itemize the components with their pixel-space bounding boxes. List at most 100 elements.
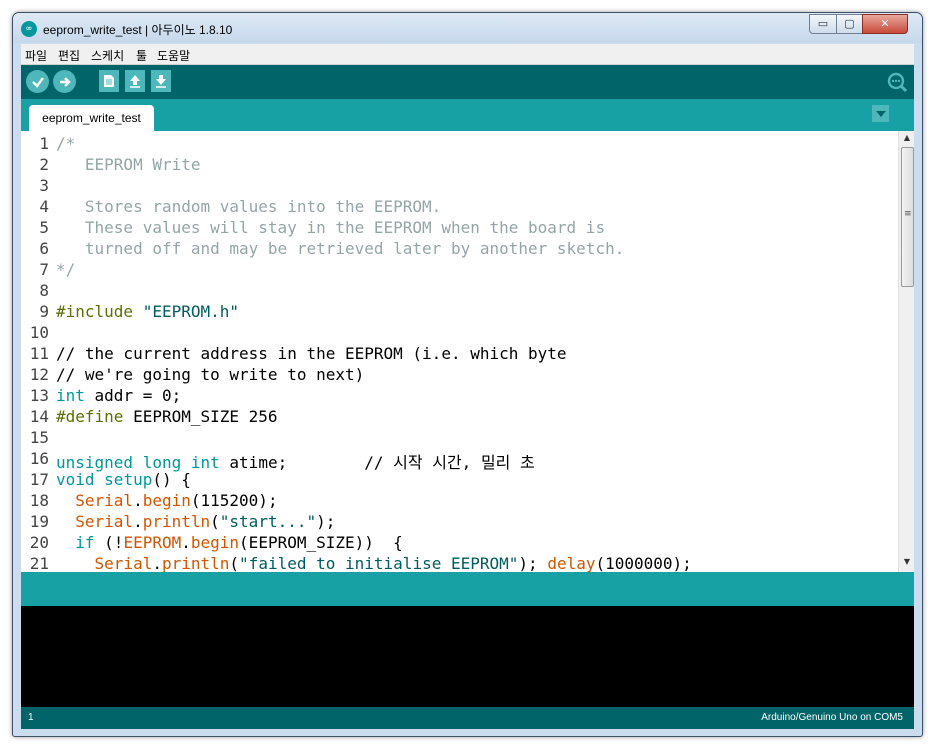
line-number: 10	[29, 323, 49, 342]
menu-sketch[interactable]: 스케치	[91, 47, 124, 64]
code-token: int	[56, 386, 85, 405]
code-token: begin	[190, 533, 240, 552]
code-token: atime; // 시작 시간, 밀리 초	[219, 453, 535, 472]
menu-help[interactable]: 도움말	[157, 47, 190, 64]
line-number: 14	[29, 407, 49, 426]
code-line[interactable]: Serial.begin(115200);	[56, 491, 278, 510]
code-token: */	[56, 260, 76, 279]
save-sketch-button[interactable]	[151, 70, 171, 92]
code-token: void	[56, 470, 95, 489]
close-button[interactable]: ✕	[862, 14, 908, 34]
code-token: Serial	[94, 554, 153, 572]
tab-eeprom-write-test[interactable]: eeprom_write_test	[29, 105, 154, 131]
scroll-thumb[interactable]: ≡	[901, 147, 914, 287]
verify-icon	[31, 76, 44, 88]
line-number: 16	[29, 449, 49, 468]
line-number: 19	[29, 512, 49, 531]
upload-button[interactable]	[53, 70, 76, 93]
code-token: (	[229, 554, 240, 572]
vertical-scrollbar[interactable]: ▲ ≡ ▼	[898, 131, 914, 572]
code-line[interactable]: if (!EEPROM.begin(EEPROM_SIZE)) {	[56, 533, 403, 552]
code-line[interactable]: Serial.println("failed to initialise EEP…	[56, 554, 692, 572]
line-number: 11	[29, 344, 49, 363]
code-token: /*	[56, 134, 76, 153]
title-bar[interactable]: ∞ eeprom_write_test | 아두이노 1.8.10 ▭ ▢ ✕	[13, 13, 922, 43]
code-token: These values will stay in the EEPROM whe…	[56, 218, 606, 237]
menu-tools[interactable]: 툴	[136, 47, 147, 64]
tab-menu-button[interactable]	[872, 105, 889, 122]
minimize-button[interactable]: ▭	[809, 14, 837, 34]
window-title: eeprom_write_test | 아두이노 1.8.10	[43, 23, 233, 37]
code-token: setup	[104, 470, 153, 489]
code-line[interactable]: int addr = 0;	[56, 386, 181, 405]
console-output[interactable]	[21, 606, 914, 707]
line-number: 13	[29, 386, 49, 405]
code-line[interactable]: #define EEPROM_SIZE 256	[56, 407, 278, 426]
arduino-logo-icon: ∞	[21, 21, 37, 37]
code-line[interactable]: */	[56, 260, 75, 279]
line-number: 17	[29, 470, 49, 489]
line-number: 5	[39, 218, 49, 237]
line-number: 6	[39, 239, 49, 258]
upload-icon	[59, 76, 71, 87]
line-number: 12	[29, 365, 49, 384]
line-number: 8	[39, 281, 49, 300]
code-token: Serial	[75, 491, 134, 510]
code-line[interactable]: EEPROM Write	[56, 155, 201, 174]
code-token: (!	[94, 533, 124, 552]
new-sketch-button[interactable]	[99, 70, 119, 92]
line-number: 15	[29, 428, 49, 447]
code-area[interactable]: /* EEPROM Write Stores random values int…	[56, 131, 896, 572]
message-bar	[21, 572, 914, 606]
code-line[interactable]: // the current address in the EEPROM (i.…	[56, 344, 567, 363]
save-icon	[156, 75, 166, 88]
code-line[interactable]: Stores random values into the EEPROM.	[56, 197, 441, 216]
scroll-up-icon[interactable]: ▲	[899, 133, 914, 145]
code-line[interactable]: #include "EEPROM.h"	[56, 302, 239, 321]
open-sketch-button[interactable]	[125, 70, 145, 92]
code-editor[interactable]: 1 2 3 4 5 6 7 8 9 10 11 12 13 14 15 16 17 18 19 20 21 /* EEP…	[21, 131, 914, 572]
menu-file[interactable]: 파일	[25, 47, 47, 64]
code-token: if	[75, 533, 95, 552]
code-token: // the current address in the EEPROM (i.…	[56, 344, 567, 363]
menu-edit[interactable]: 편집	[58, 47, 80, 64]
maximize-button[interactable]: ▢	[836, 14, 863, 34]
code-token: .	[152, 554, 162, 572]
board-port-label: Arduino/Genuino Uno on COM5	[761, 712, 903, 723]
code-token: (115200);	[190, 491, 278, 510]
code-token: println	[161, 554, 230, 572]
code-token: );	[518, 554, 548, 572]
code-token: "EEPROM.h"	[142, 302, 240, 321]
line-number: 18	[29, 491, 49, 510]
code-line[interactable]: /*	[56, 134, 75, 153]
menu-bar: 파일 편집 스케치 툴 도움말	[21, 44, 914, 65]
toolbar	[21, 65, 914, 99]
serial-monitor-icon	[887, 72, 907, 92]
code-line[interactable]: Serial.println("start...");	[56, 512, 335, 531]
code-token: .	[181, 533, 191, 552]
scroll-down-icon[interactable]: ▼	[899, 557, 914, 569]
line-number: 2	[39, 155, 49, 174]
verify-button[interactable]	[26, 70, 49, 93]
line-number-gutter: 1 2 3 4 5 6 7 8 9 10 11 12 13 14 15 16 17 18 19 20 21	[21, 131, 51, 572]
grip-icon: ≡	[904, 209, 912, 219]
code-line[interactable]: These values will stay in the EEPROM whe…	[56, 218, 605, 237]
serial-monitor-button[interactable]	[885, 70, 908, 93]
line-number: 20	[29, 533, 49, 552]
code-line[interactable]: void setup() {	[56, 470, 191, 489]
code-token: println	[142, 512, 211, 531]
code-token: );	[316, 512, 336, 531]
open-icon	[130, 75, 140, 88]
code-token: "start..."	[219, 512, 317, 531]
code-line[interactable]: // we're going to write to next)	[56, 365, 364, 384]
code-token: () {	[152, 470, 191, 489]
code-token: (	[210, 512, 220, 531]
code-token: .	[133, 512, 143, 531]
code-token: "failed to initialise EEPROM"	[239, 554, 519, 572]
code-token: delay	[547, 554, 596, 572]
cursor-line-number: 1	[28, 712, 34, 723]
code-line[interactable]: turned off and may be retrieved later by…	[56, 239, 624, 258]
